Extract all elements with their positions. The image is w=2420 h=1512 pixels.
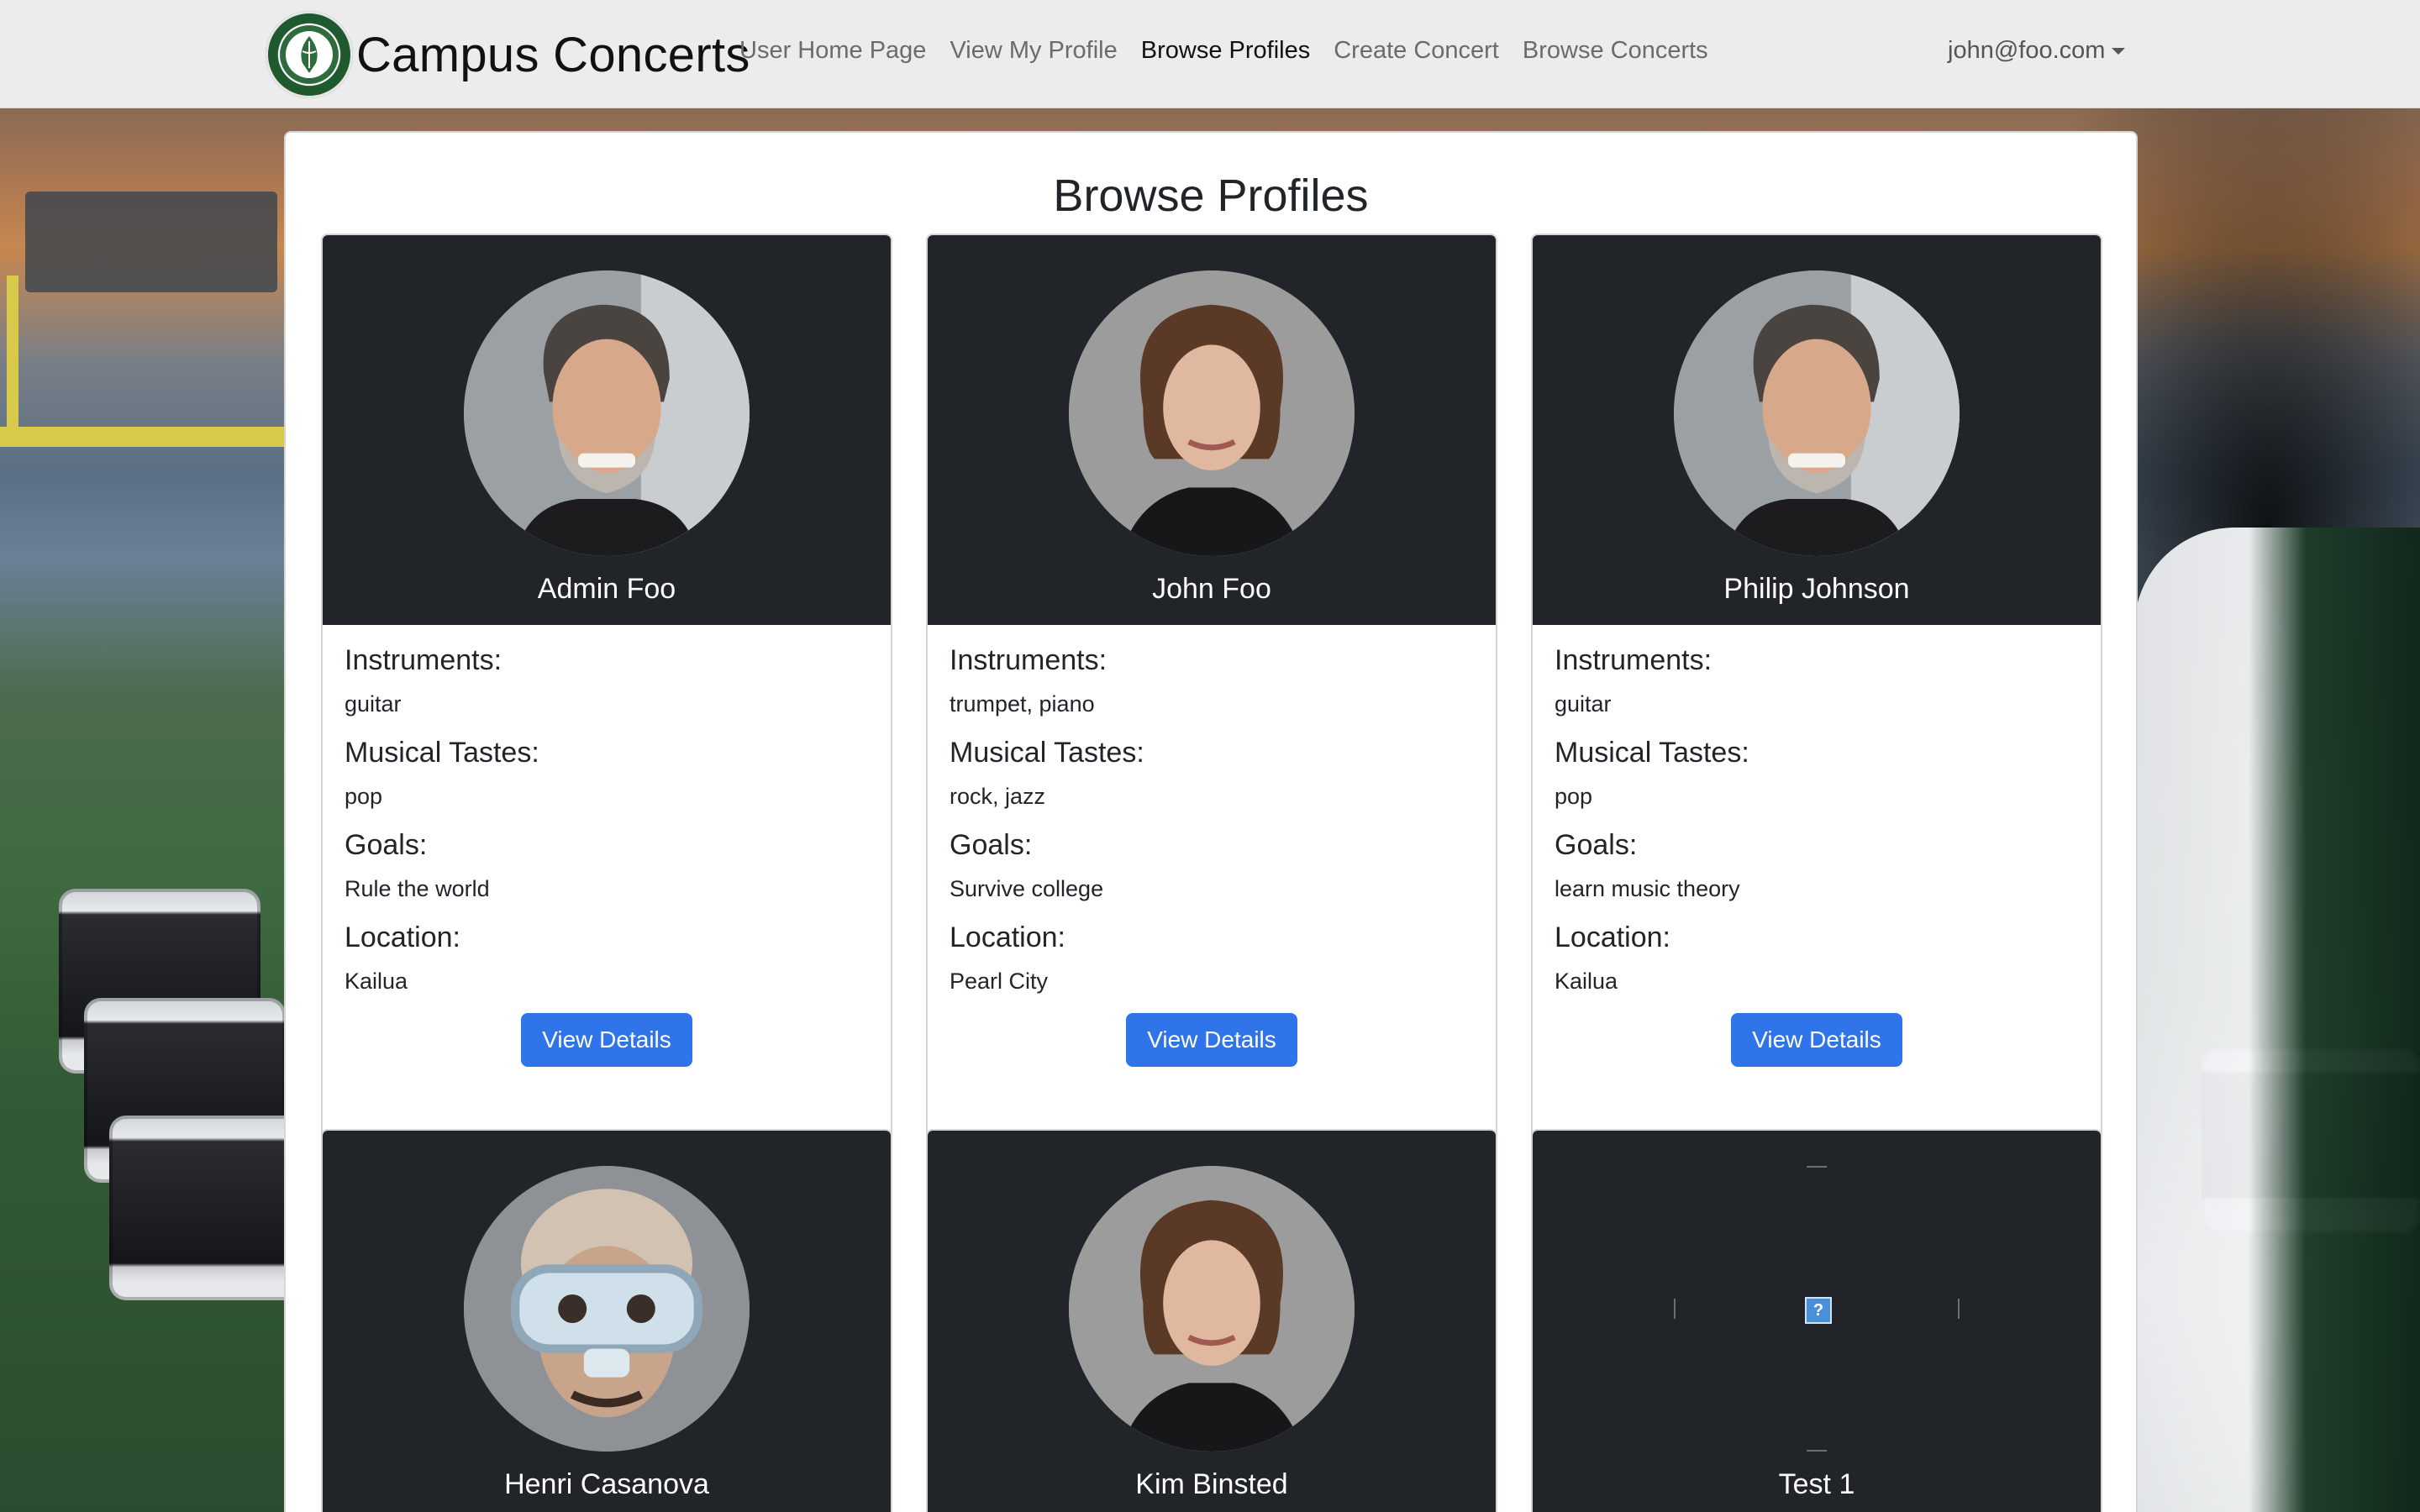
- drum: [109, 1116, 311, 1300]
- question-mark-icon: ?: [1805, 1297, 1832, 1324]
- tastes-value: pop: [1555, 784, 1593, 809]
- brand-link[interactable]: Campus Concerts: [266, 8, 750, 101]
- nav-view-my-profile[interactable]: View My Profile: [950, 37, 1117, 65]
- university-seal-logo: [266, 11, 353, 98]
- broken-image-icon: ?: [1674, 1166, 1960, 1452]
- avatar: [1674, 270, 1960, 556]
- avatar: [464, 270, 750, 556]
- location-value: Pearl City: [950, 969, 1049, 994]
- nav-user-home[interactable]: User Home Page: [739, 37, 926, 65]
- card-body: Instruments: trumpet, piano Musical Tast…: [928, 625, 1496, 1137]
- profile-card: Henri Casanova: [321, 1129, 892, 1512]
- avatar: [1069, 270, 1355, 556]
- instruments-value: trumpet, piano: [950, 691, 1095, 717]
- card-header: Admin Foo: [323, 235, 891, 625]
- caret-down-icon: [2112, 47, 2126, 55]
- card-header: John Foo: [928, 235, 1496, 625]
- goals-value: learn music theory: [1555, 876, 1740, 901]
- user-email: john@foo.com: [1948, 37, 2106, 64]
- view-details-button[interactable]: View Details: [521, 1013, 692, 1067]
- instruments-value: guitar: [1555, 691, 1612, 717]
- goal-post-upright: [7, 276, 18, 444]
- location-value: Kailua: [345, 969, 408, 994]
- app-title: Campus Concerts: [356, 27, 750, 82]
- profile-name: Henri Casanova: [504, 1468, 709, 1500]
- view-details-button[interactable]: View Details: [1731, 1013, 1902, 1067]
- card-header: Philip Johnson: [1533, 235, 2101, 625]
- location-value: Kailua: [1555, 969, 1618, 994]
- view-details-button[interactable]: View Details: [1126, 1013, 1297, 1067]
- profile-name: Admin Foo: [537, 573, 676, 605]
- profile-card: John Foo Instruments: trumpet, piano Mus…: [926, 234, 1497, 1139]
- instruments-value: guitar: [345, 691, 402, 717]
- profile-card: Admin Foo Instruments: guitar Musical Ta…: [321, 234, 892, 1139]
- top-navbar: Campus Concerts User Home Page View My P…: [0, 0, 2420, 108]
- goal-post: [0, 427, 286, 447]
- card-header: Kim Binsted: [928, 1131, 1496, 1512]
- location-label: Location:: [950, 921, 1065, 953]
- instruments-label: Instruments:: [950, 644, 1107, 676]
- stadium-sign: [25, 192, 277, 292]
- goals-label: Goals:: [950, 829, 1033, 861]
- nav-browse-profiles[interactable]: Browse Profiles: [1141, 37, 1310, 65]
- profiles-container: Browse Profiles Admin Foo Instruments: g…: [284, 131, 2138, 1512]
- nav-links: User Home Page View My Profile Browse Pr…: [739, 37, 1732, 65]
- profile-name: Philip Johnson: [1723, 573, 1910, 605]
- tastes-label: Musical Tastes:: [1555, 737, 1749, 769]
- profile-name: Kim Binsted: [1135, 1468, 1288, 1500]
- tastes-value: rock, jazz: [950, 784, 1046, 809]
- profile-name: John Foo: [1152, 573, 1271, 605]
- card-body: Instruments: guitar Musical Tastes: pop …: [323, 625, 891, 1137]
- profile-card: ? Test 1: [1531, 1129, 2102, 1512]
- page-title: Browse Profiles: [1053, 171, 1369, 221]
- location-label: Location:: [1555, 921, 1670, 953]
- nav-create-concert[interactable]: Create Concert: [1334, 37, 1499, 65]
- performer: [2134, 528, 2420, 1512]
- card-header: ? Test 1: [1533, 1131, 2101, 1512]
- profile-card: Philip Johnson Instruments: guitar Music…: [1531, 234, 2102, 1139]
- goals-value: Survive college: [950, 876, 1104, 901]
- card-header: Henri Casanova: [323, 1131, 891, 1512]
- avatar: [464, 1166, 750, 1452]
- card-body: Instruments: guitar Musical Tastes: pop …: [1533, 625, 2101, 1137]
- goals-label: Goals:: [1555, 829, 1638, 861]
- instruments-label: Instruments:: [1555, 644, 1712, 676]
- location-label: Location:: [345, 921, 460, 953]
- profile-card: Kim Binsted: [926, 1129, 1497, 1512]
- goals-value: Rule the world: [345, 876, 490, 901]
- tastes-label: Musical Tastes:: [950, 737, 1144, 769]
- profile-name: Test 1: [1778, 1468, 1855, 1500]
- tastes-label: Musical Tastes:: [345, 737, 539, 769]
- instruments-label: Instruments:: [345, 644, 502, 676]
- goals-label: Goals:: [345, 829, 428, 861]
- user-dropdown[interactable]: john@foo.com: [1948, 37, 2126, 65]
- nav-browse-concerts[interactable]: Browse Concerts: [1523, 37, 1708, 65]
- avatar: [1069, 1166, 1355, 1452]
- tastes-value: pop: [345, 784, 383, 809]
